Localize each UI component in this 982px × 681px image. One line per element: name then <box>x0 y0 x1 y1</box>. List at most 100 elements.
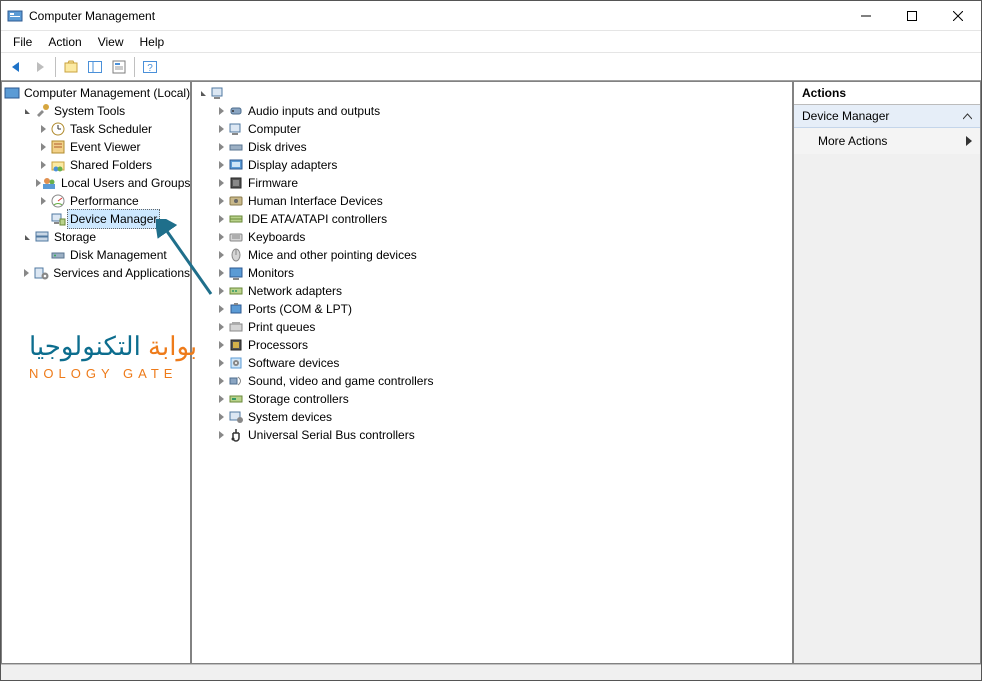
device-label: Storage controllers <box>248 390 349 408</box>
device-category[interactable]: Human Interface Devices <box>192 192 792 210</box>
actions-section[interactable]: Device Manager <box>794 105 980 128</box>
window-title: Computer Management <box>29 9 155 23</box>
device-category[interactable]: Monitors <box>192 264 792 282</box>
close-button[interactable] <box>935 1 981 31</box>
tree-storage[interactable]: Storage <box>2 228 190 246</box>
device-category[interactable]: Disk drives <box>192 138 792 156</box>
chevron-right-icon[interactable] <box>214 140 228 154</box>
actions-pane: Actions Device Manager More Actions <box>793 81 981 664</box>
device-category[interactable]: Mice and other pointing devices <box>192 246 792 264</box>
device-category[interactable]: Audio inputs and outputs <box>192 102 792 120</box>
device-icon <box>228 211 244 227</box>
chevron-down-icon[interactable] <box>196 86 210 100</box>
tree-device-manager[interactable]: Device Manager <box>2 210 190 228</box>
chevron-right-icon[interactable] <box>214 410 228 424</box>
device-category[interactable]: Display adapters <box>192 156 792 174</box>
device-icon <box>228 337 244 353</box>
event-viewer-icon <box>50 139 66 155</box>
device-category[interactable]: Print queues <box>192 318 792 336</box>
chevron-right-icon[interactable] <box>36 158 50 172</box>
device-category[interactable]: Software devices <box>192 354 792 372</box>
chevron-right-icon[interactable] <box>214 122 228 136</box>
tree-root[interactable]: Computer Management (Local) <box>2 84 190 102</box>
actions-more-label: More Actions <box>818 134 887 148</box>
console-tree-pane[interactable]: Computer Management (Local) System Tools… <box>1 81 191 664</box>
chevron-right-icon[interactable] <box>36 140 50 154</box>
tools-icon <box>34 103 50 119</box>
up-button[interactable] <box>60 56 82 78</box>
clock-icon <box>50 121 66 137</box>
chevron-right-icon[interactable] <box>36 122 50 136</box>
device-label: Print queues <box>248 318 315 336</box>
menu-action[interactable]: Action <box>40 33 89 51</box>
tree-performance[interactable]: Performance <box>2 192 190 210</box>
tree-system-tools[interactable]: System Tools <box>2 102 190 120</box>
chevron-right-icon[interactable] <box>214 176 228 190</box>
device-icon <box>228 319 244 335</box>
show-hide-tree-button[interactable] <box>84 56 106 78</box>
chevron-right-icon[interactable] <box>214 158 228 172</box>
back-button[interactable] <box>5 56 27 78</box>
svg-text:?: ? <box>147 63 153 74</box>
tree-services-apps[interactable]: Services and Applications <box>2 264 190 282</box>
chevron-right-icon[interactable] <box>214 284 228 298</box>
chevron-right-icon[interactable] <box>214 392 228 406</box>
help-button[interactable]: ? <box>139 56 161 78</box>
chevron-down-icon[interactable] <box>20 230 34 244</box>
chevron-right-icon[interactable] <box>214 230 228 244</box>
disk-mgmt-icon <box>50 247 66 263</box>
forward-button[interactable] <box>29 56 51 78</box>
device-category[interactable]: Ports (COM & LPT) <box>192 300 792 318</box>
menu-view[interactable]: View <box>90 33 132 51</box>
chevron-right-icon <box>966 136 972 146</box>
device-icon <box>228 121 244 137</box>
chevron-right-icon[interactable] <box>214 194 228 208</box>
device-category[interactable]: Keyboards <box>192 228 792 246</box>
device-category[interactable]: Network adapters <box>192 282 792 300</box>
device-category[interactable]: System devices <box>192 408 792 426</box>
shared-folder-icon <box>50 157 66 173</box>
device-icon <box>228 175 244 191</box>
chevron-right-icon[interactable] <box>36 194 50 208</box>
main-area: Computer Management (Local) System Tools… <box>1 81 981 664</box>
menu-file[interactable]: File <box>5 33 40 51</box>
chevron-right-icon[interactable] <box>214 248 228 262</box>
menu-help[interactable]: Help <box>132 33 173 51</box>
device-icon <box>228 409 244 425</box>
device-category[interactable]: Processors <box>192 336 792 354</box>
chevron-right-icon[interactable] <box>214 302 228 316</box>
device-root[interactable] <box>192 84 792 102</box>
device-icon <box>228 247 244 263</box>
chevron-right-icon[interactable] <box>214 104 228 118</box>
chevron-right-icon[interactable] <box>214 320 228 334</box>
tree-task-scheduler[interactable]: Task Scheduler <box>2 120 190 138</box>
chevron-right-icon[interactable] <box>214 356 228 370</box>
tree-disk-management[interactable]: Disk Management <box>2 246 190 264</box>
maximize-button[interactable] <box>889 1 935 31</box>
device-category[interactable]: Storage controllers <box>192 390 792 408</box>
chevron-right-icon[interactable] <box>214 212 228 226</box>
chevron-right-icon[interactable] <box>214 374 228 388</box>
tree-event-viewer[interactable]: Event Viewer <box>2 138 190 156</box>
collapse-icon[interactable] <box>963 112 972 121</box>
device-label: System devices <box>248 408 332 426</box>
toolbar-separator <box>134 57 135 77</box>
device-list-pane[interactable]: Audio inputs and outputsComputerDisk dri… <box>191 81 793 664</box>
device-icon <box>228 373 244 389</box>
chevron-right-icon[interactable] <box>214 428 228 442</box>
properties-button[interactable] <box>108 56 130 78</box>
device-category[interactable]: Universal Serial Bus controllers <box>192 426 792 444</box>
chevron-down-icon[interactable] <box>20 104 34 118</box>
minimize-button[interactable] <box>843 1 889 31</box>
device-label: Disk drives <box>248 138 307 156</box>
actions-more[interactable]: More Actions <box>794 128 980 154</box>
device-category[interactable]: Sound, video and game controllers <box>192 372 792 390</box>
device-category[interactable]: Computer <box>192 120 792 138</box>
chevron-right-icon[interactable] <box>214 338 228 352</box>
tree-shared-folders[interactable]: Shared Folders <box>2 156 190 174</box>
chevron-right-icon[interactable] <box>20 266 33 280</box>
device-category[interactable]: IDE ATA/ATAPI controllers <box>192 210 792 228</box>
device-category[interactable]: Firmware <box>192 174 792 192</box>
chevron-right-icon[interactable] <box>214 266 228 280</box>
tree-local-users[interactable]: Local Users and Groups <box>2 174 190 192</box>
